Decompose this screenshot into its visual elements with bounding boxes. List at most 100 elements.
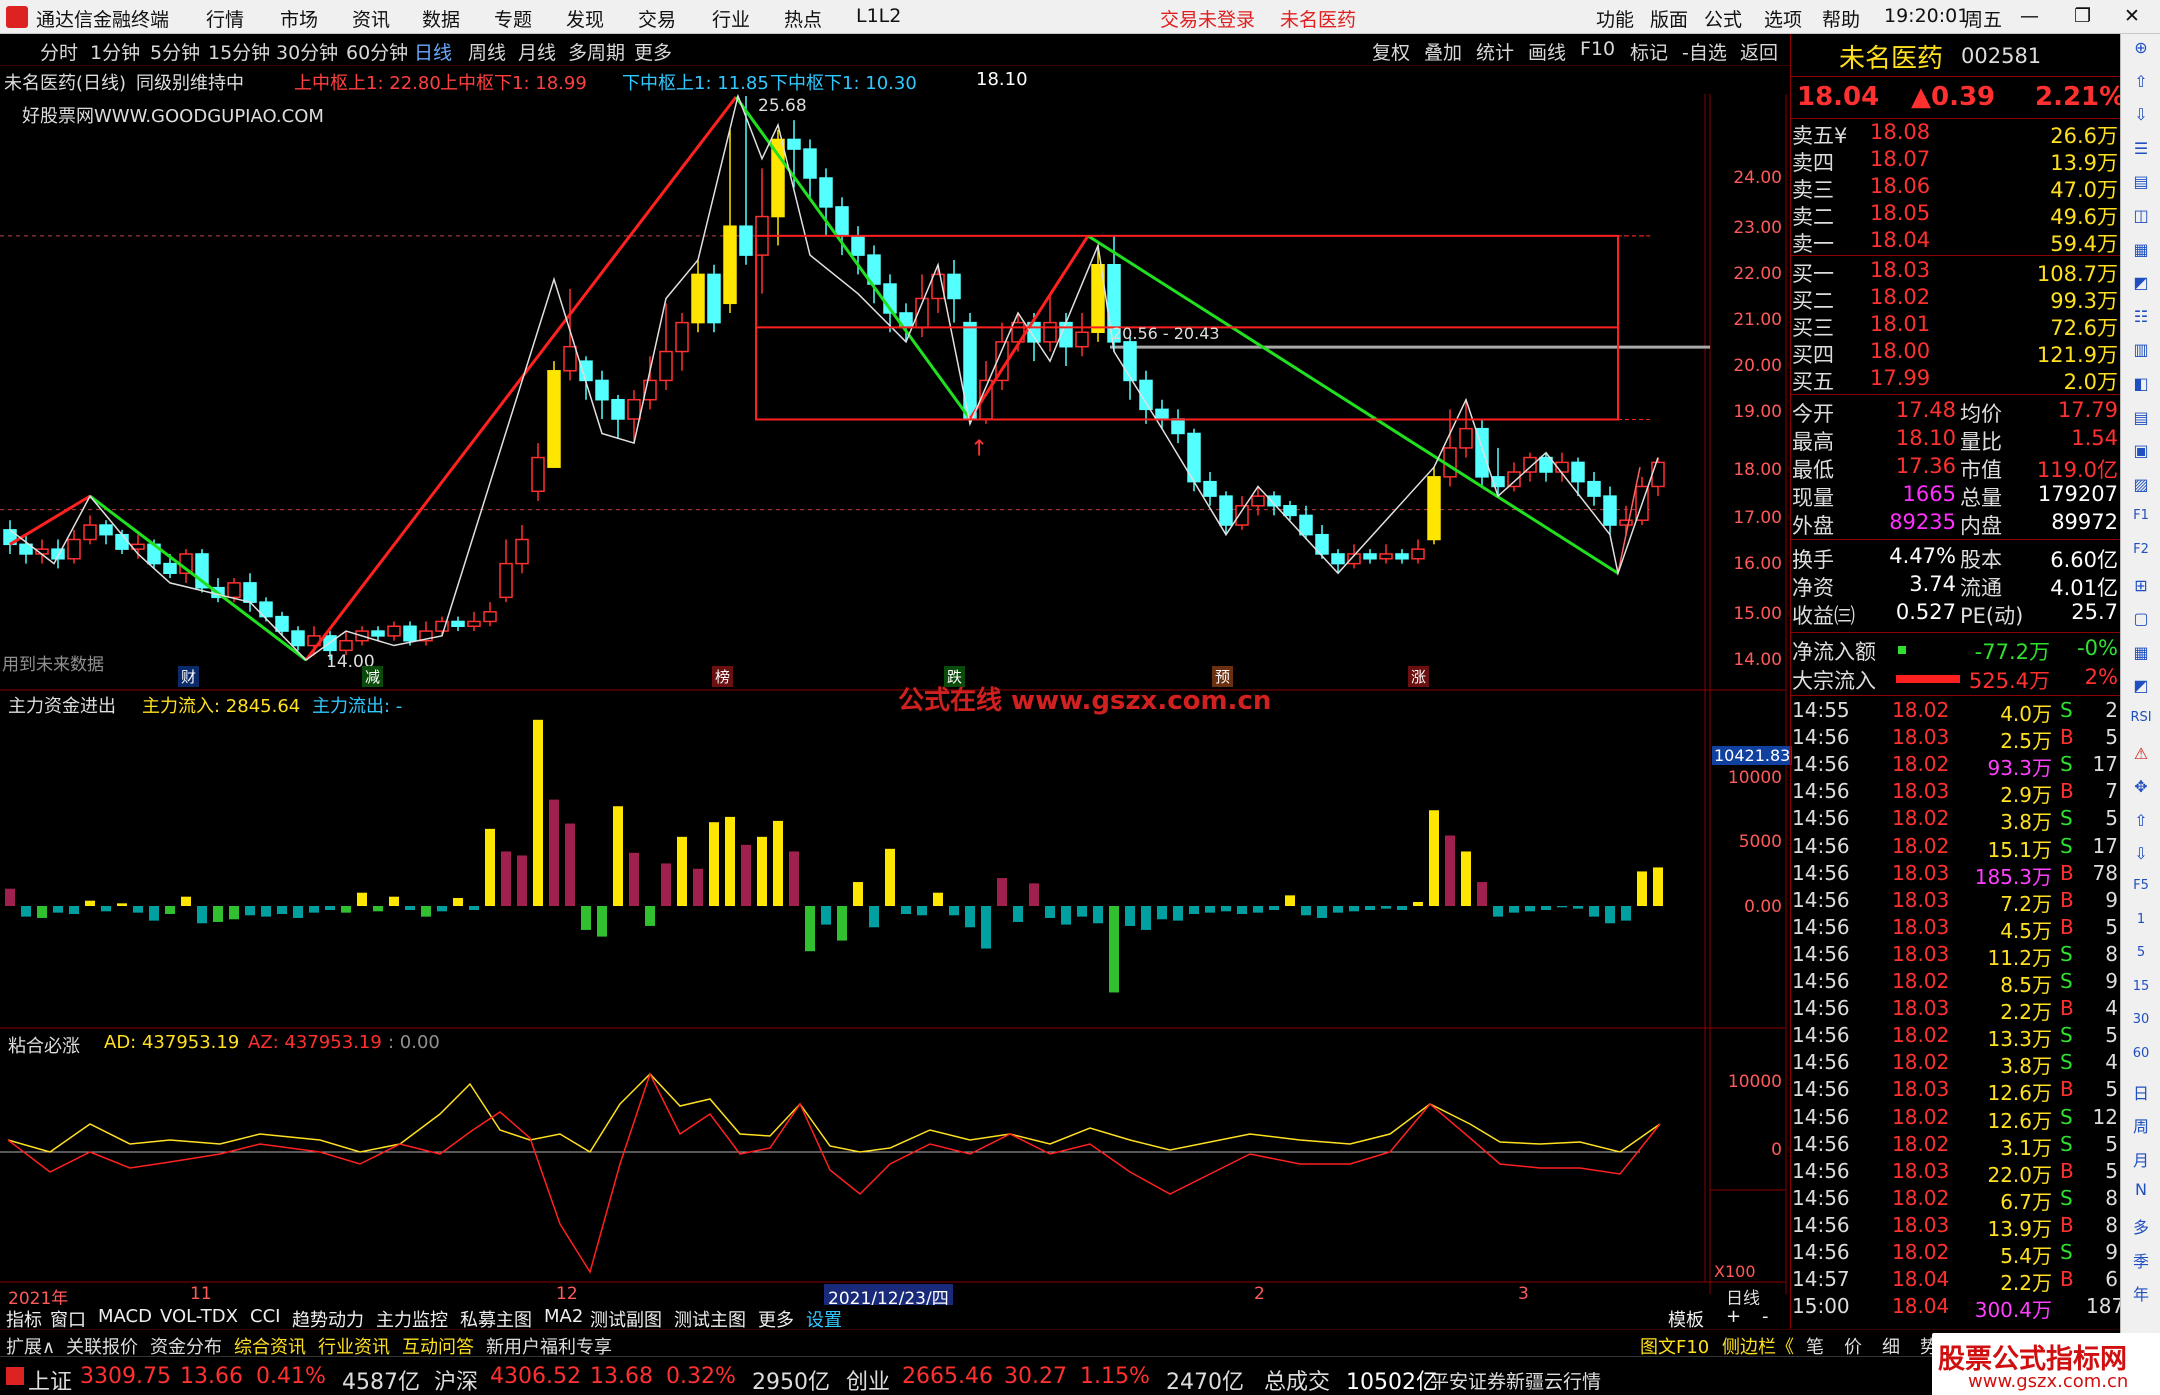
toolstrip-button[interactable]: ⇩ (2121, 844, 2160, 863)
menu-item-bangzhu[interactable]: 帮助 (1822, 5, 1860, 32)
toolstrip-button[interactable]: 5 (2121, 945, 2160, 960)
tick-row[interactable]: 14:56 18.03 185.3万 B 78 (1790, 861, 2120, 889)
toolbar-biaoji[interactable]: 标记 (1630, 38, 1668, 65)
idx-hs-name[interactable]: 沪深 (434, 1364, 478, 1395)
menu-item-hangqing[interactable]: 行情 (206, 5, 244, 32)
tab-ma2[interactable]: MA2 (544, 1306, 583, 1327)
toolstrip-button[interactable]: ▢ (2121, 609, 2160, 628)
marker-jian[interactable]: 减 (362, 666, 384, 687)
tick-row[interactable]: 14:56 18.02 15.1万 S 17 (1790, 834, 2120, 862)
menu-item-banmian[interactable]: 版面 (1650, 5, 1688, 32)
toolbar-tongji[interactable]: 统计 (1476, 38, 1514, 65)
toolbar-zixuan[interactable]: -自选 (1682, 38, 1727, 65)
tick-row[interactable]: 14:57 18.04 2.2万 B 6 (1790, 1267, 2120, 1295)
marker-cai[interactable]: 财 (178, 666, 200, 687)
menu-item-jiaoyi[interactable]: 交易 (638, 5, 676, 32)
menu-item-zhuanti[interactable]: 专题 (494, 5, 532, 32)
flow-row[interactable]: 大宗流入 525.4万 2% (1790, 665, 2120, 693)
tab-plus[interactable]: + (1726, 1306, 1741, 1327)
tab-minus[interactable]: - (1762, 1306, 1769, 1327)
period-1min[interactable]: 1分钟 (90, 38, 140, 65)
period-30min[interactable]: 30分钟 (276, 38, 338, 65)
toolstrip-button[interactable]: 季 (2121, 1248, 2160, 1272)
tick-row[interactable]: 14:56 18.02 12.6万 S 12 (1790, 1105, 2120, 1133)
menu-item-gongneng[interactable]: 功能 (1596, 5, 1634, 32)
ask-row[interactable]: 卖三 18.06 47.0万 (1790, 174, 2120, 202)
period-multi[interactable]: 多周期 (568, 38, 625, 65)
marker-die[interactable]: 跌 (944, 666, 966, 687)
idx-sh-name[interactable]: 上证 (28, 1364, 72, 1395)
toolstrip-button[interactable]: ▤ (2121, 172, 2160, 191)
toolstrip-button[interactable]: ✥ (2121, 777, 2160, 796)
toolstrip-button[interactable]: ⊕ (2121, 38, 2160, 57)
menu-item-shuju[interactable]: 数据 (422, 5, 460, 32)
toolstrip-button[interactable]: ⇧ (2121, 72, 2160, 91)
stat-row[interactable]: 净资 3.74 流通 4.01亿 (1790, 572, 2120, 600)
toolstrip-button[interactable]: ▥ (2121, 340, 2160, 359)
trade-status-notice[interactable]: 交易未登录 (1160, 5, 1255, 32)
period-15min[interactable]: 15分钟 (208, 38, 270, 65)
toolstrip-button[interactable]: ◩ (2121, 273, 2160, 292)
menu-item-xuanxiang[interactable]: 选项 (1764, 5, 1802, 32)
toolstrip-button[interactable]: 60 (2121, 1046, 2160, 1061)
bid-row[interactable]: 买三 18.01 72.6万 (1790, 312, 2120, 340)
toolstrip-button[interactable]: ▤ (2121, 408, 2160, 427)
stat-row[interactable]: 最高 18.10 量比 1.54 (1790, 426, 2120, 454)
chart-sub[interactable]: 同级别维持中 (136, 69, 244, 95)
toolbar-diejia[interactable]: 叠加 (1424, 38, 1462, 65)
period-fenshi[interactable]: 分时 (40, 38, 78, 65)
tick-row[interactable]: 14:56 18.02 5.4万 S 9 (1790, 1240, 2120, 1268)
minimize-icon[interactable]: — (2020, 5, 2039, 27)
bid-row[interactable]: 买二 18.02 99.3万 (1790, 285, 2120, 313)
toolstrip-button[interactable]: F1 (2121, 508, 2160, 523)
menu-item-faxian[interactable]: 发现 (566, 5, 604, 32)
idx-cy-name[interactable]: 创业 (846, 1364, 890, 1395)
marker-zhang[interactable]: 涨 (1408, 666, 1430, 687)
tick-row[interactable]: 14:56 18.03 13.9万 B 8 (1790, 1213, 2120, 1241)
tick-row[interactable]: 14:56 18.03 2.5万 B 5 (1790, 725, 2120, 753)
toolstrip-button[interactable]: 30 (2121, 1012, 2160, 1027)
tick-row[interactable]: 14:56 18.03 4.5万 B 5 (1790, 915, 2120, 943)
tab-vol-tdx[interactable]: VOL-TDX (160, 1306, 238, 1327)
toolstrip-button[interactable]: 月 (2121, 1147, 2160, 1171)
tick-row[interactable]: 14:56 18.02 8.5万 S 9 (1790, 969, 2120, 997)
tick-row[interactable]: 14:56 18.02 13.3万 S 5 (1790, 1023, 2120, 1051)
period-60min[interactable]: 60分钟 (346, 38, 408, 65)
toolstrip-button[interactable]: RSI (2121, 710, 2160, 725)
stat-row[interactable]: 换手 4.47% 股本 6.60亿 (1790, 544, 2120, 572)
tick-row[interactable]: 14:56 18.02 93.3万 S 17 (1790, 752, 2120, 780)
toolstrip-button[interactable]: ▨ (2121, 475, 2160, 494)
tick-row[interactable]: 14:56 18.03 22.0万 B 5 (1790, 1159, 2120, 1187)
tick-row[interactable]: 14:56 18.02 3.8万 S 4 (1790, 1050, 2120, 1078)
tick-row[interactable]: 14:56 18.02 3.8万 S 5 (1790, 806, 2120, 834)
period-monthly[interactable]: 月线 (518, 38, 556, 65)
close-icon[interactable]: ✕ (2124, 5, 2140, 27)
tick-row[interactable]: 14:56 18.03 2.2万 B 4 (1790, 996, 2120, 1024)
period-weekly[interactable]: 周线 (468, 38, 506, 65)
tick-row[interactable]: 14:55 18.02 4.0万 S 2 (1790, 698, 2120, 726)
toolstrip-button[interactable]: ⊞ (2121, 576, 2160, 595)
flow-row[interactable]: 净流入额 -77.2万 -0% (1790, 636, 2120, 664)
toolbar-fanhui[interactable]: 返回 (1740, 38, 1778, 65)
ask-row[interactable]: 卖一 18.04 59.4万 (1790, 228, 2120, 256)
toolstrip-button[interactable]: ⇩ (2121, 105, 2160, 124)
stat-row[interactable]: 今开 17.48 均价 17.79 (1790, 398, 2120, 426)
tick-row[interactable]: 14:56 18.03 2.9万 B 7 (1790, 779, 2120, 807)
stat-row[interactable]: 现量 1665 总量 179207 (1790, 482, 2120, 510)
tick-row[interactable]: 15:00 18.04 300.4万 187 (1790, 1294, 2124, 1322)
tick-row[interactable]: 14:56 18.03 12.6万 B 5 (1790, 1077, 2120, 1105)
toolstrip-button[interactable]: ⇧ (2121, 811, 2160, 830)
toolstrip-button[interactable]: ◧ (2121, 374, 2160, 393)
bid-row[interactable]: 买四 18.00 121.9万 (1790, 339, 2120, 367)
menu-item-shichang[interactable]: 市场 (280, 5, 318, 32)
toolstrip-button[interactable]: ▦ (2121, 643, 2160, 662)
stat-row[interactable]: 收益㈢ 0.527 PE(动) 25.7 (1790, 600, 2120, 628)
stat-row[interactable]: 外盘 89235 内盘 89972 (1790, 510, 2120, 538)
toolstrip-button[interactable]: ▦ (2121, 240, 2160, 259)
toolstrip-button[interactable]: F2 (2121, 542, 2160, 557)
marker-bang[interactable]: 榜 (712, 666, 734, 687)
toolstrip-button[interactable]: 15 (2121, 979, 2160, 994)
ask-row[interactable]: 卖四 18.07 13.9万 (1790, 147, 2120, 175)
toolstrip-button[interactable]: ⚠ (2121, 744, 2160, 763)
menu-item-redian[interactable]: 热点 (784, 5, 822, 32)
